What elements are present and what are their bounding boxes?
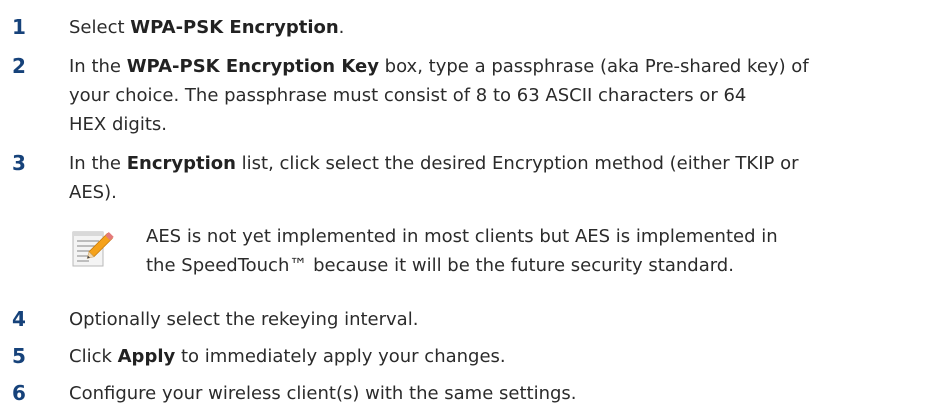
note-pencil-icon bbox=[71, 226, 119, 270]
step-text-part: AES). bbox=[69, 182, 117, 203]
step-text-part: HEX digits. bbox=[69, 114, 167, 135]
step-text-part: list, click select the desired Encryptio… bbox=[235, 153, 799, 174]
step-text-part: box, type a passphrase (aka Pre-shared k… bbox=[378, 56, 809, 77]
step-text: Select WPA-PSK Encryption. bbox=[69, 13, 949, 42]
step-text: Click Apply to immediately apply your ch… bbox=[69, 342, 949, 371]
step-text-bold: Encryption bbox=[126, 153, 236, 174]
step-number: 1 bbox=[12, 15, 26, 39]
note-text: AES is not yet implemented in most clien… bbox=[146, 222, 949, 280]
step-text-part: In the bbox=[69, 56, 127, 77]
step-text-part: Configure your wireless client(s) with t… bbox=[69, 383, 577, 404]
note-text-line: AES is not yet implemented in most clien… bbox=[146, 226, 778, 247]
step-number: 2 bbox=[12, 54, 26, 78]
step-text-bold: Apply bbox=[117, 346, 176, 367]
note-text-line: the SpeedTouch™ because it will be the f… bbox=[146, 255, 734, 276]
step-number: 3 bbox=[12, 151, 26, 175]
step-text-part: Optionally select the rekeying interval. bbox=[69, 309, 419, 330]
step-text-part: Select bbox=[69, 17, 131, 38]
step-text-bold: WPA-PSK Encryption bbox=[130, 17, 339, 38]
step-number: 6 bbox=[12, 381, 26, 405]
step-text-part: Click bbox=[69, 346, 118, 367]
step-number: 4 bbox=[12, 307, 26, 331]
step-text-part: to immediately apply your changes. bbox=[175, 346, 506, 367]
step-text-part: your choice. The passphrase must consist… bbox=[69, 85, 747, 106]
step-text: Optionally select the rekeying interval. bbox=[69, 305, 949, 334]
step-text: Configure your wireless client(s) with t… bbox=[69, 379, 949, 408]
step-text: In the Encryption list, click select the… bbox=[69, 149, 949, 207]
step-text: In the WPA-PSK Encryption Key box, type … bbox=[69, 52, 949, 139]
step-text-part: . bbox=[338, 17, 345, 38]
step-text-part: In the bbox=[69, 153, 127, 174]
step-text-bold: WPA-PSK Encryption Key bbox=[126, 56, 379, 77]
step-number: 5 bbox=[12, 344, 26, 368]
